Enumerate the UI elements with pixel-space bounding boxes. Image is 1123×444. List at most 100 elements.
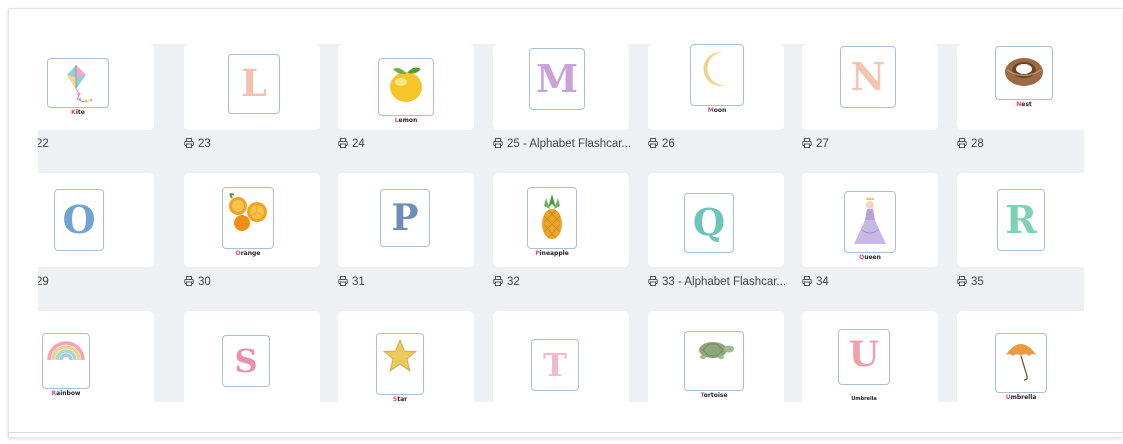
flashcard-frame: U Umbrella	[838, 329, 890, 402]
page-thumbnail[interactable]: Pineapple	[493, 173, 629, 267]
page-number-text: 35	[971, 276, 984, 288]
page-number-text: 33 - Alphabet Flashcar...	[662, 276, 787, 288]
page-number-label: 33 - Alphabet Flashcar...	[648, 274, 786, 290]
flashcard-word: Lemon	[394, 117, 418, 124]
page-thumbnail[interactable]: M	[493, 44, 629, 130]
flashcard-frame	[378, 58, 434, 116]
flashcard-letter: T	[543, 346, 567, 384]
page-number-text: 30	[198, 276, 211, 288]
flashcard-word: Rainbow	[51, 390, 81, 397]
flashcard-frame: N	[840, 46, 896, 108]
tortoise-icon	[685, 336, 743, 367]
page-thumbnail[interactable]: Q	[648, 173, 784, 267]
flashcard-word: Moon	[707, 107, 727, 114]
page-thumbnail[interactable]: T	[493, 311, 629, 402]
page-thumbnail[interactable]: U Umbrella	[802, 311, 938, 402]
flashcard-word: Tortoise	[700, 392, 728, 399]
flashcard-frame	[690, 44, 744, 106]
rainbow-icon	[43, 338, 89, 367]
page-number-label: 25 - Alphabet Flashcar...	[493, 136, 631, 152]
page-number-label: 26	[648, 136, 675, 152]
page-thumbnail[interactable]: R	[957, 173, 1084, 267]
page-thumbnail[interactable]: O	[38, 173, 154, 267]
page-number-label: 28	[957, 136, 984, 152]
star-icon	[377, 338, 423, 379]
flashcard-word: Nest	[1016, 101, 1032, 108]
page-number-text: 26	[662, 138, 675, 150]
page-thumbnail[interactable]: Orange	[184, 173, 320, 267]
panel-divider	[8, 432, 1123, 433]
page-thumbnail[interactable]: Kite	[38, 44, 154, 130]
page-thumbnail[interactable]: Star	[338, 311, 474, 402]
page-thumbnail[interactable]: N	[802, 44, 938, 130]
flashcard-letter: U	[848, 334, 880, 375]
printer-icon[interactable]	[802, 275, 812, 286]
page-number-label: 29	[38, 274, 49, 290]
printer-icon[interactable]	[184, 137, 194, 148]
printer-icon[interactable]	[648, 275, 658, 286]
flashcard-frame	[844, 191, 896, 253]
flashcard-word: Orange	[235, 250, 261, 257]
page-number-label: 22	[38, 136, 49, 152]
page-thumbnail[interactable]: Queen	[802, 173, 938, 267]
page-number-label: 31	[338, 274, 365, 290]
page-number-text: 23	[198, 138, 211, 150]
page-thumbnail[interactable]: Lemon	[338, 44, 474, 130]
flashcard-frame: O	[54, 189, 104, 251]
printer-icon[interactable]	[493, 275, 503, 286]
flashcard-frame	[527, 187, 577, 249]
umbrella-icon	[996, 338, 1046, 389]
page-number-text: 28	[971, 138, 984, 150]
page-thumbnail[interactable]: L	[184, 44, 320, 130]
flashcard-frame: S	[222, 335, 270, 387]
flashcard-word: Queen	[859, 254, 881, 261]
page-thumbnail[interactable]: Nest	[957, 44, 1084, 130]
flashcard-word: Star	[392, 396, 408, 402]
page-thumbnail[interactable]: Rainbow	[38, 311, 154, 402]
page-thumbnail[interactable]: Tortoise	[648, 311, 784, 402]
page-number-text: 34	[816, 276, 829, 288]
queen-icon	[845, 196, 895, 251]
page-number-label: 30	[184, 274, 211, 290]
page-number-label: 23	[184, 136, 211, 152]
page-number-label: 34	[802, 274, 829, 290]
flashcard-frame: P	[380, 189, 430, 247]
flashcard-frame: Q	[684, 193, 734, 253]
printer-icon[interactable]	[957, 275, 967, 286]
page-thumbnail[interactable]: Moon	[648, 44, 784, 130]
printer-icon[interactable]	[648, 137, 658, 148]
page-thumbnail[interactable]: Umbrella	[957, 311, 1084, 402]
flashcard-letter: Q	[692, 200, 726, 244]
page-number-label: 24	[338, 136, 365, 152]
flashcard-frame: M	[529, 48, 585, 110]
flashcard-letter: P	[391, 197, 419, 239]
printer-icon[interactable]	[493, 137, 503, 148]
page-number-text: 29	[38, 276, 49, 288]
flashcard-frame	[47, 58, 109, 108]
page-number-label: 27	[802, 136, 829, 152]
flashcard-frame: L	[228, 54, 280, 114]
page-number-text: 27	[816, 138, 829, 150]
nest-icon	[996, 51, 1052, 94]
page-number-text: 22	[38, 138, 49, 150]
flashcard-letter: S	[234, 342, 258, 380]
flashcard-letter: O	[62, 197, 96, 242]
flashcard-frame	[995, 46, 1053, 100]
kite-icon	[48, 63, 108, 110]
moon-icon	[691, 49, 743, 94]
printer-icon[interactable]	[338, 137, 348, 148]
flashcard-frame	[42, 333, 90, 389]
lemon-icon	[379, 63, 433, 110]
flashcard-frame	[222, 187, 274, 249]
printer-icon[interactable]	[802, 137, 812, 148]
printer-icon[interactable]	[338, 275, 348, 286]
page-thumbnail[interactable]: P	[338, 173, 474, 267]
page-thumbnail[interactable]: S	[184, 311, 320, 402]
printer-icon[interactable]	[957, 137, 967, 148]
printer-icon[interactable]	[184, 275, 194, 286]
flashcard-letter: N	[850, 54, 886, 99]
flashcard-word: Kite	[71, 109, 85, 116]
flashcard-frame	[376, 333, 424, 395]
flashcard-letter: R	[1005, 197, 1037, 242]
flashcard-word: Pineapple	[535, 250, 569, 257]
